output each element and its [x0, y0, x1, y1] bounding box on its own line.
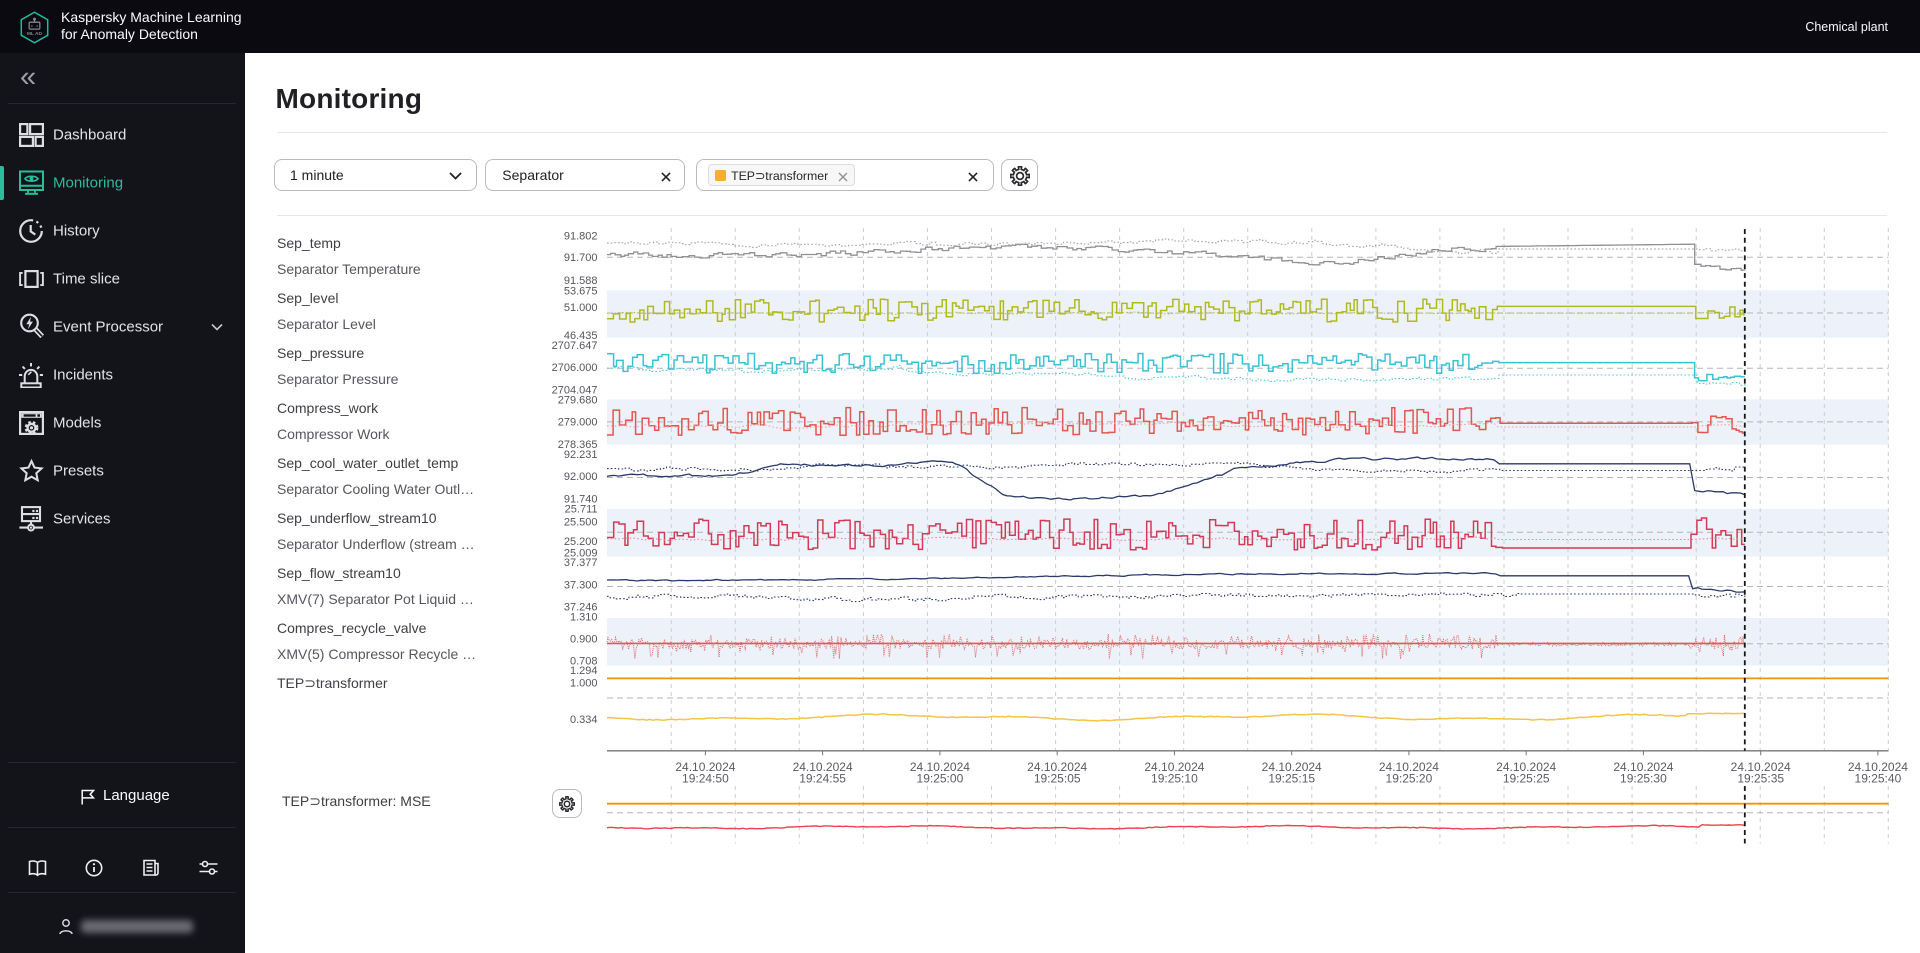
svg-text:0.334: 0.334 [570, 714, 598, 726]
svg-text:19:25:15: 19:25:15 [1268, 772, 1315, 786]
svg-text:51.000: 51.000 [564, 302, 598, 314]
svg-text:91.802: 91.802 [564, 231, 598, 243]
svg-text:1.310: 1.310 [570, 611, 598, 623]
svg-text:19:25:10: 19:25:10 [1151, 772, 1198, 786]
svg-text:91.700: 91.700 [564, 252, 598, 264]
svg-text:92.000: 92.000 [564, 471, 598, 483]
svg-text:1.294: 1.294 [570, 665, 598, 677]
svg-text:19:25:30: 19:25:30 [1620, 772, 1667, 786]
svg-text:25.500: 25.500 [564, 516, 598, 528]
svg-text:19:25:40: 19:25:40 [1855, 772, 1902, 786]
svg-text:19:25:35: 19:25:35 [1737, 772, 1784, 786]
svg-text:19:25:05: 19:25:05 [1034, 772, 1081, 786]
svg-text:19:25:20: 19:25:20 [1386, 772, 1433, 786]
svg-text:2706.000: 2706.000 [552, 362, 598, 374]
svg-text:1.000: 1.000 [570, 678, 598, 690]
svg-text:37.377: 37.377 [564, 557, 598, 569]
svg-text:92.231: 92.231 [564, 449, 598, 461]
svg-text:25.711: 25.711 [565, 504, 598, 516]
svg-text:19:25:00: 19:25:00 [917, 772, 964, 786]
svg-text:53.675: 53.675 [564, 286, 598, 298]
svg-text:2707.647: 2707.647 [552, 340, 598, 352]
svg-text:19:25:25: 19:25:25 [1503, 772, 1550, 786]
svg-text:279.680: 279.680 [558, 395, 598, 407]
svg-text:37.300: 37.300 [564, 579, 598, 591]
svg-text:19:24:55: 19:24:55 [799, 772, 846, 786]
svg-text:279.000: 279.000 [558, 416, 598, 428]
svg-text:0.900: 0.900 [570, 634, 598, 646]
svg-text:19:24:50: 19:24:50 [682, 772, 729, 786]
svg-text:25.200: 25.200 [564, 536, 598, 548]
svg-text:ML AD: ML AD [27, 31, 43, 37]
